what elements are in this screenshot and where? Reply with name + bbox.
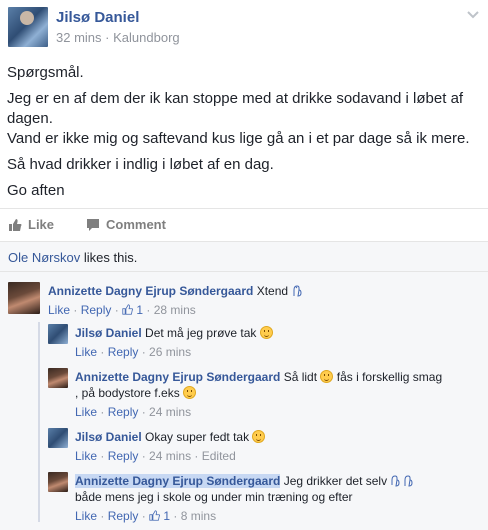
comment-like-link[interactable]: Like	[75, 345, 97, 359]
comment-body: Jeg drikker det selv	[283, 474, 388, 488]
comment-actions: Like · Reply · 1 · 28 mins	[48, 303, 196, 317]
likes-summary: Ole Nørskov likes this.	[0, 242, 488, 272]
post-author-name[interactable]: Jilsø Daniel	[56, 9, 139, 26]
comment-label: Comment	[106, 217, 166, 232]
smiley-emoji-icon	[252, 430, 266, 443]
comment-like-link[interactable]: Like	[48, 303, 70, 317]
commenter-name[interactable]: Annizette Dagny Ejrup Søndergaard	[75, 370, 280, 384]
comment-body: , på bodystore f.eks	[75, 386, 180, 400]
author-avatar[interactable]	[8, 7, 48, 47]
comment-time[interactable]: 26 mins	[149, 345, 191, 359]
comment-body: Det må jeg prøve tak	[145, 326, 257, 340]
like-button[interactable]: Like	[8, 217, 54, 232]
thumbs-up-icon	[122, 304, 134, 315]
comment-text: Annizette Dagny Ejrup Søndergaard Så lid…	[75, 369, 475, 401]
comment-actions: Like · Reply · 1 · 8 mins	[75, 509, 217, 523]
commenter-name[interactable]: Jilsø Daniel	[75, 430, 142, 444]
comment-body: Okay super fedt tak	[145, 430, 250, 444]
commenter-avatar[interactable]	[48, 428, 68, 448]
comment-like-count[interactable]: 1	[136, 303, 143, 317]
comment-text: Jilsø Daniel Det må jeg prøve tak	[75, 325, 475, 341]
comment-body: Xtend	[256, 284, 289, 298]
comment-text: Jilsø Daniel Okay super fedt tak	[75, 429, 475, 445]
post-paragraph: Spørgsmål.	[7, 64, 84, 81]
comment-time[interactable]: 28 mins	[154, 303, 196, 317]
comment-time[interactable]: 24 mins	[149, 449, 191, 463]
comment-body: fås i forskellig smag	[336, 370, 443, 384]
post-paragraph: Vand er ikke mig og saftevand kus lige g…	[7, 130, 470, 147]
post-actions: Like Comment	[0, 208, 488, 242]
flexed-biceps-icon	[391, 475, 413, 487]
thumbs-up-icon	[9, 218, 22, 231]
flexed-biceps-icon	[293, 285, 302, 297]
smiley-emoji-icon	[320, 370, 334, 383]
comment-time[interactable]: 24 mins	[149, 405, 191, 419]
post-meta: 32 mins · Kalundborg	[56, 30, 180, 45]
comment-like-count[interactable]: 1	[163, 509, 170, 523]
commenter-avatar[interactable]	[48, 472, 68, 492]
comment-button[interactable]: Comment	[86, 217, 166, 232]
liker-name[interactable]: Ole Nørskov	[8, 250, 80, 265]
comment-body: Så lidt	[283, 370, 318, 384]
comment-actions: Like · Reply · 24 mins · Edited	[75, 449, 236, 463]
comments-section: Annizette Dagny Ejrup Søndergaard Xtend …	[0, 272, 488, 530]
comment-time[interactable]: 8 mins	[181, 509, 216, 523]
thumbs-up-icon	[149, 510, 161, 521]
smiley-emoji-icon	[183, 386, 197, 399]
comment-reply-link[interactable]: Reply	[108, 405, 139, 419]
comment-like-link[interactable]: Like	[75, 509, 97, 523]
post-paragraph: Jeg er en af dem der ik kan stoppe med a…	[7, 90, 464, 127]
post-location[interactable]: Kalundborg	[113, 30, 180, 45]
post-paragraph: Go aften	[7, 182, 65, 199]
comment-body: både mens jeg i skole og under min træni…	[75, 490, 353, 504]
comment-actions: Like · Reply · 26 mins	[75, 345, 192, 359]
reply-thread-line	[38, 322, 40, 522]
comment-text: Annizette Dagny Ejrup Søndergaard Xtend	[48, 283, 478, 299]
comment-reply-link[interactable]: Reply	[81, 303, 112, 317]
post-time[interactable]: 32 mins	[56, 30, 102, 45]
comment-reply-link[interactable]: Reply	[108, 449, 139, 463]
chevron-down-icon[interactable]	[466, 10, 480, 20]
comment-edited[interactable]: Edited	[202, 449, 236, 463]
comment-reply-link[interactable]: Reply	[108, 509, 139, 523]
meta-separator: ·	[105, 30, 110, 45]
post-header: Jilsø Daniel 32 mins · Kalundborg	[0, 0, 488, 52]
commenter-avatar[interactable]	[8, 282, 40, 314]
comment-actions: Like · Reply · 24 mins	[75, 405, 192, 419]
commenter-name[interactable]: Annizette Dagny Ejrup Søndergaard	[48, 284, 253, 298]
comment-text: Annizette Dagny Ejrup Søndergaard Jeg dr…	[75, 473, 480, 505]
comment-reply-link[interactable]: Reply	[108, 345, 139, 359]
likes-suffix: likes this.	[83, 250, 138, 265]
commenter-name[interactable]: Jilsø Daniel	[75, 326, 142, 340]
comment-icon	[87, 218, 99, 231]
comment-like-link[interactable]: Like	[75, 405, 97, 419]
post-body: Spørgsmål. Jeg er en af dem der ik kan s…	[7, 63, 477, 207]
comment-like-link[interactable]: Like	[75, 449, 97, 463]
commenter-avatar[interactable]	[48, 324, 68, 344]
commenter-avatar[interactable]	[48, 368, 68, 388]
post-paragraph: Så hvad drikker i indlig i løbet af en d…	[7, 156, 274, 173]
like-label: Like	[28, 217, 55, 232]
smiley-emoji-icon	[259, 326, 273, 339]
commenter-name[interactable]: Annizette Dagny Ejrup Søndergaard	[75, 474, 281, 488]
